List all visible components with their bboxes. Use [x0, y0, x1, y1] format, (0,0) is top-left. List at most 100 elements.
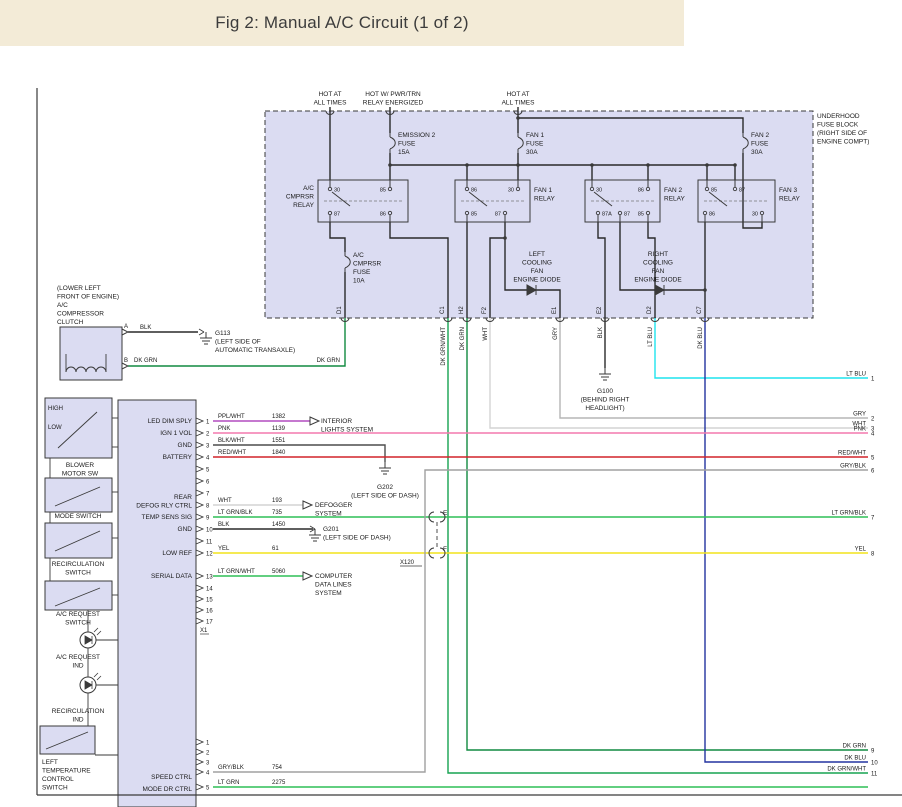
mod-serial-data: SERIAL DATA: [151, 573, 193, 580]
vwire-dk-grn-wht-label: DK GRN/WHT: [441, 327, 447, 366]
right-diode-label-line-1: COOLING: [643, 260, 673, 267]
w1-ckt: 1382: [272, 414, 286, 420]
pin-d2: D2: [647, 306, 653, 314]
mod-gnd-1: GND: [178, 442, 193, 449]
recirc-sw-label-line-0: RECIRCULATION: [52, 561, 105, 568]
junction-dot: [590, 163, 594, 167]
ac-relay-label-line-1: CMPRSR: [286, 194, 314, 201]
ac-fuse-label-line-0: A/C: [353, 252, 364, 259]
w4-ckt: 1840: [272, 450, 286, 456]
wb4-ckt: 754: [272, 765, 283, 771]
module-pin-number: 17: [206, 619, 213, 625]
w2-color: PNK: [218, 426, 230, 432]
module-pin-number: 2: [206, 431, 210, 437]
left-diode-label-line-0: LEFT: [529, 251, 545, 258]
clutch-label-line-1: FRONT OF ENGINE): [57, 294, 119, 301]
pin-c7: C7: [697, 306, 703, 314]
g113-label: G113(LEFT SIDE OFAUTOMATIC TRANSAXLE): [215, 330, 295, 354]
wire-blk-label: BLK: [140, 325, 151, 331]
module-pin-number: 3: [206, 760, 210, 766]
fan2-fuse-label-line-2: 30A: [751, 149, 763, 156]
mod-low-ref: LOW REF: [162, 550, 192, 557]
fuse-block-label-line-1: FUSE BLOCK: [817, 122, 859, 129]
right-diode-label-line-2: FAN: [652, 268, 665, 275]
module-pin-chevron: [196, 454, 203, 460]
wire-dkgrn-label-2: DK GRN: [317, 358, 340, 364]
ac-fuse-label-line-1: CMPRSR: [353, 261, 381, 268]
temp-sw-label-line-2: CONTROL: [42, 776, 74, 783]
clutch-label-line-0: (LOWER LEFT: [57, 285, 101, 292]
offpage-wire-color: PNK: [854, 427, 866, 433]
vwire-wht-label: WHT: [483, 327, 489, 341]
module-pin-chevron: [196, 784, 203, 790]
g100-label-line-0: G100: [597, 388, 613, 395]
offpage-wire-color: LT BLU: [846, 372, 866, 378]
mod-mode-dr-ctrl: MODE DR CTRL: [143, 786, 193, 793]
module-pin-chevron: [196, 607, 203, 613]
g113-label-line-0: G113: [215, 330, 231, 337]
acreq-sw-label-line-1: SWITCH: [65, 620, 91, 627]
data-lines-ref-line-2: SYSTEM: [315, 590, 342, 597]
module-pin-chevron: [196, 749, 203, 755]
module-pin-chevron: [196, 418, 203, 424]
emission-fuse-label-line-0: EMISSION 2: [398, 132, 436, 139]
acreq-ind-label: A/C REQUESTIND: [56, 654, 100, 670]
module-pin-chevron: [196, 526, 203, 532]
offpage-pin-number: 7: [871, 515, 875, 521]
module-pin-number: 12: [206, 551, 213, 557]
ac-relay-label-line-0: A/C: [303, 185, 314, 192]
temp-sw-label: LEFTTEMPERATURECONTROLSWITCH: [42, 759, 91, 792]
recirc-ind-label-line-1: IND: [72, 717, 84, 724]
temp-sw-label-line-0: LEFT: [42, 759, 58, 766]
blower-high: HIGH: [48, 406, 63, 412]
pin-f2: F2: [482, 306, 488, 314]
relay-terminal-number: 85: [471, 211, 477, 217]
junction-dot: [503, 236, 507, 240]
w13-ckt: 5060: [272, 569, 286, 575]
left-diode-label-line-3: ENGINE DIODE: [513, 277, 561, 284]
g202-label-line-0: G202: [377, 484, 393, 491]
v-dk-blu: [705, 318, 868, 762]
relay-terminal-number: 85: [638, 211, 644, 217]
module-pin-chevron: [196, 490, 203, 496]
module-pin-number: 2: [206, 750, 210, 756]
clutch-label: (LOWER LEFTFRONT OF ENGINE)A/CCOMPRESSOR…: [57, 285, 119, 326]
pin-e2: E2: [597, 306, 603, 314]
g113-chevron-b: [199, 332, 204, 335]
recirc-ind-label: RECIRCULATIONIND: [52, 708, 105, 724]
module-pin-chevron: [196, 430, 203, 436]
offpage-pin-number: 1: [871, 376, 875, 382]
module-pin-number: 1: [206, 740, 210, 746]
g100-symbol: [599, 368, 611, 380]
acreq-ind-label-line-0: A/C REQUEST: [56, 654, 100, 661]
g201-label-line-0: G201: [323, 526, 339, 533]
module-pin-number: 8: [206, 503, 210, 509]
wire-dkgrn-label-1: DK GRN: [134, 358, 157, 364]
module-pin-chevron: [196, 585, 203, 591]
relay-terminal-number: 85: [711, 187, 717, 193]
clutch-label-line-4: CLUTCH: [57, 319, 84, 326]
wb5-ckt: 2275: [272, 780, 286, 786]
v-dk-grn-wht: [448, 318, 868, 773]
junction-dot: [465, 163, 469, 167]
feed3-label-line-1: ALL TIMES: [502, 100, 536, 107]
offpage-pin-number: 9: [871, 748, 875, 754]
module-pin-number: 14: [206, 586, 213, 592]
w12-color: YEL: [218, 546, 230, 552]
fan1-fuse-label-line-0: FAN 1: [526, 132, 544, 139]
w8-ckt: 193: [272, 498, 283, 504]
mod-temp-sens: TEMP SENS SIG: [142, 514, 192, 521]
ac-relay-label-line-2: RELAY: [293, 202, 314, 209]
junction-dot: [733, 163, 737, 167]
relay-terminal-number: 85: [380, 187, 386, 193]
module-pin-chevron: [196, 769, 203, 775]
w8-color: WHT: [218, 498, 232, 504]
fan2-fuse-label-line-1: FUSE: [751, 141, 769, 148]
fan2-fuse-label-line-0: FAN 2: [751, 132, 769, 139]
relay-terminal-number: 87: [624, 211, 630, 217]
module-pin-chevron: [196, 538, 203, 544]
pin-e1: E1: [552, 306, 558, 314]
fan1-fuse-label-line-1: FUSE: [526, 141, 544, 148]
feed1-label: HOT ATALL TIMES: [314, 91, 348, 107]
offpage-pin-number: 2: [871, 416, 875, 422]
